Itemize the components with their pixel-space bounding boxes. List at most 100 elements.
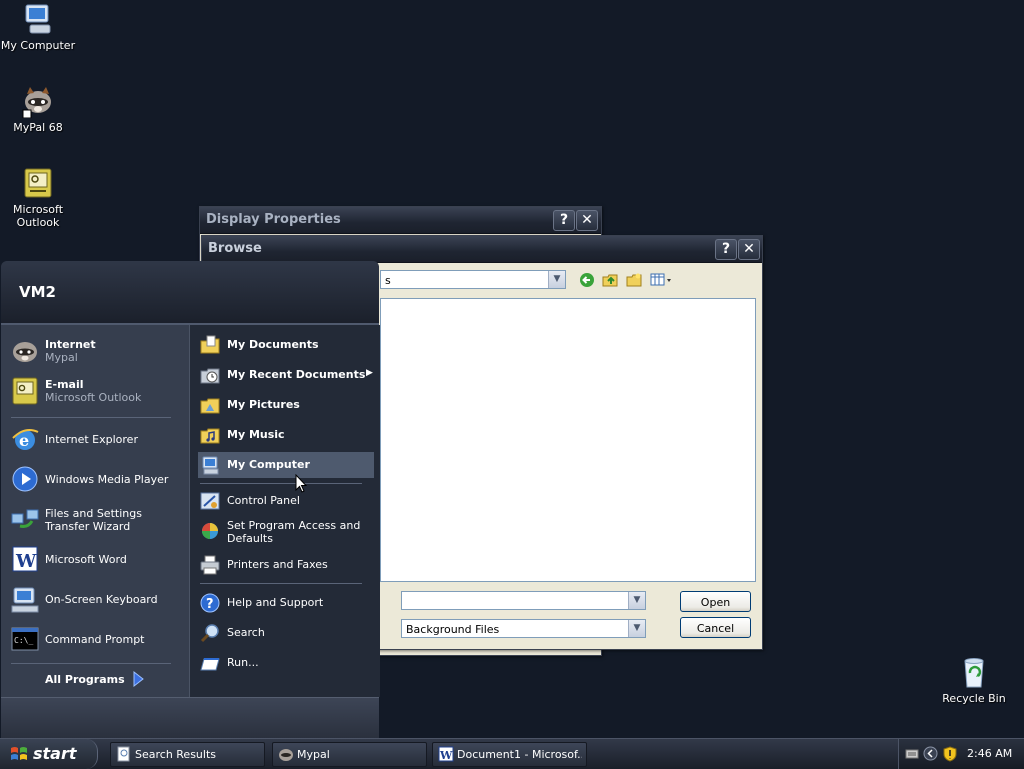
up-folder-icon[interactable] [602,272,618,288]
start-menu-places: My Documents My Recent Documents ▶ My Pi… [189,325,380,697]
help-button[interactable]: ? [553,210,575,231]
help-button[interactable]: ? [715,239,737,260]
recycle-bin-icon [957,655,991,689]
run[interactable]: Run... [198,650,374,676]
shield-icon[interactable] [943,746,957,765]
recent-documents-icon [200,365,220,385]
task-mypal[interactable]: Mypal [272,742,427,767]
command-prompt-icon: C:\_ [10,624,40,654]
raccoon-icon [21,84,55,119]
all-programs-label: All Programs [45,673,125,686]
item-label: Files and Settings Transfer Wizard [45,507,142,533]
look-in-combo[interactable]: s ▼ [380,270,566,289]
browse-titlebar[interactable]: Browse ? ✕ [202,236,762,263]
place-my-music[interactable]: My Music [198,422,374,448]
close-button[interactable]: ✕ [738,239,760,260]
start-menu-footer [1,697,379,739]
task-document1[interactable]: W Document1 - Microsof... [432,742,587,767]
program-files-settings-transfer[interactable]: Files and Settings Transfer Wizard [1,501,189,537]
set-program-access[interactable]: Set Program Access and Defaults [198,518,374,550]
search[interactable]: Search [198,620,374,646]
internet-explorer-icon: e [10,424,40,454]
search-results-icon [116,746,132,762]
clock[interactable]: 2:46 AM [967,747,1012,760]
item-label: My Documents [227,338,319,351]
item-subtitle: Mypal [45,351,78,364]
item-label: My Computer [227,458,310,471]
views-menu-icon[interactable] [650,272,672,288]
user-name: VM2 [19,283,56,301]
start-label: start [33,744,77,763]
start-button[interactable]: start [0,739,98,769]
look-in-value: s [385,274,391,287]
system-tray: 2:46 AM [898,739,1024,769]
chevron-left-icon[interactable] [923,746,938,764]
start-menu: VM2 Internet Mypal E-mail Microsoft Outl… [1,261,380,739]
program-access-icon [200,521,220,541]
desktop-icon-mypal[interactable]: MyPal 68 [0,84,78,134]
raccoon-icon [10,336,40,366]
svg-text:C:\_: C:\_ [14,636,33,645]
file-name-combo[interactable]: ▼ [401,591,646,610]
chevron-down-icon[interactable]: ▼ [548,271,565,288]
computer-icon [21,2,55,36]
item-label: My Pictures [227,398,300,411]
item-label: On-Screen Keyboard [45,593,158,606]
start-menu-programs: Internet Mypal E-mail Microsoft Outlook … [1,325,189,697]
folder-documents-icon [200,335,220,355]
windows-logo-icon [10,745,28,766]
close-button[interactable]: ✕ [576,210,598,231]
open-button[interactable]: Open [680,591,751,612]
keyboard-icon[interactable] [905,747,919,764]
search-icon [200,623,220,643]
item-label: Set Program Access and Defaults [227,519,361,545]
item-label: Command Prompt [45,633,145,646]
file-type-combo[interactable]: Background Files ▼ [401,619,646,638]
item-label: My Recent Documents [227,368,366,381]
program-microsoft-word[interactable]: W Microsoft Word [1,541,189,577]
all-programs-button[interactable]: All Programs [1,665,189,693]
control-panel[interactable]: Control Panel [198,488,374,514]
computer-icon [200,455,220,475]
file-type-value: Background Files [406,623,500,636]
program-internet-explorer[interactable]: e Internet Explorer [1,421,189,457]
chevron-down-icon[interactable]: ▼ [628,592,645,609]
divider [11,417,171,418]
arrow-right-icon [132,670,144,690]
display-properties-titlebar[interactable]: Display Properties ? ✕ [200,207,601,234]
item-label: Microsoft Word [45,553,127,566]
transfer-wizard-icon [10,504,40,534]
chevron-down-icon[interactable]: ▼ [628,620,645,637]
word-icon: W [10,544,40,574]
pinned-internet[interactable]: Internet Mypal [1,333,189,369]
window-title: Display Properties [206,212,341,227]
printers-and-faxes[interactable]: Printers and Faxes [198,552,374,578]
place-my-computer[interactable]: My Computer [198,452,374,478]
item-label: Control Panel [227,494,300,507]
help-and-support[interactable]: ? Help and Support [198,590,374,616]
item-label: Internet Explorer [45,433,138,446]
svg-text:e: e [19,431,29,450]
place-my-pictures[interactable]: My Pictures [198,392,374,418]
program-command-prompt[interactable]: C:\_ Command Prompt [1,621,189,657]
place-my-documents[interactable]: My Documents [198,332,374,358]
divider [11,663,171,664]
pinned-email[interactable]: E-mail Microsoft Outlook [1,373,189,409]
place-my-recent-documents[interactable]: My Recent Documents ▶ [198,362,374,388]
item-label: Windows Media Player [45,473,169,486]
task-search-results[interactable]: Search Results [110,742,265,767]
desktop-icon-label: MyPal 68 [13,121,63,134]
new-folder-icon[interactable] [626,272,642,288]
program-on-screen-keyboard[interactable]: On-Screen Keyboard [1,581,189,617]
help-icon: ? [200,593,220,613]
desktop-icon-my-computer[interactable]: My Computer [0,2,78,52]
svg-text:?: ? [206,597,214,612]
desktop-icon-outlook[interactable]: Microsoft Outlook [0,166,78,229]
desktop-icon-recycle-bin[interactable]: Recycle Bin [934,655,1014,705]
taskbar: start Search Results Mypal W Document1 -… [0,738,1024,769]
back-icon[interactable] [579,272,595,288]
file-list-pane[interactable] [380,298,756,582]
cancel-button[interactable]: Cancel [680,617,751,638]
outlook-icon [10,376,40,406]
program-windows-media-player[interactable]: Windows Media Player [1,461,189,497]
